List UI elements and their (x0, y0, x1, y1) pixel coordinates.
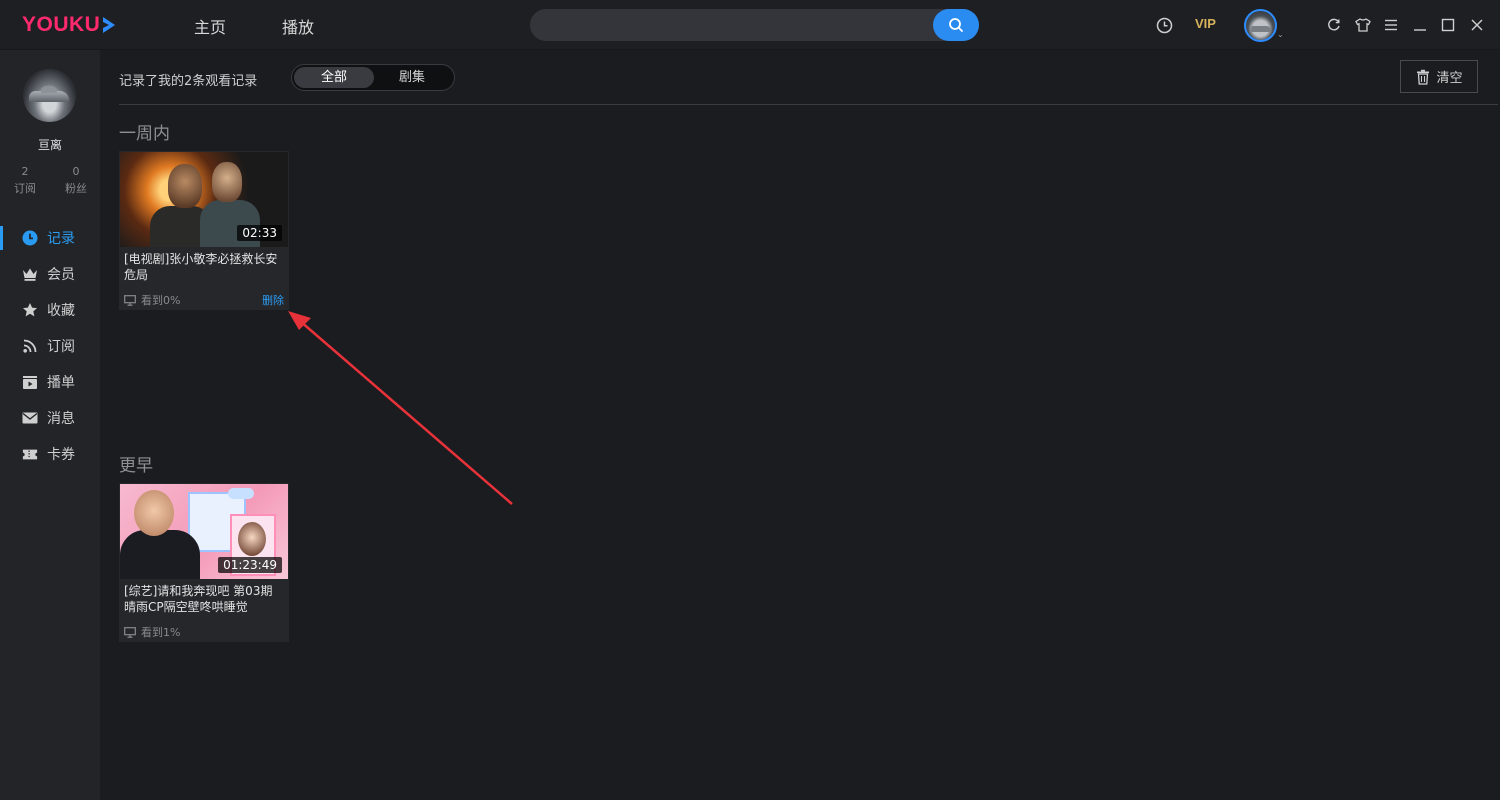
close-icon[interactable] (1467, 15, 1487, 35)
sidebar-item-playlists[interactable]: 播单 (0, 364, 100, 400)
sidebar-item-subscriptions[interactable]: 订阅 (0, 328, 100, 364)
clock-icon (22, 230, 38, 246)
logo-text: YOUKU (22, 13, 101, 36)
sidebar-item-label: 播单 (47, 375, 75, 391)
refresh-icon[interactable] (1324, 15, 1344, 35)
nav-play[interactable]: 播放 (282, 14, 314, 38)
logo-play-icon (103, 17, 116, 33)
sidebar-item-label: 收藏 (47, 303, 75, 319)
divider (119, 104, 1498, 105)
video-title[interactable]: [综艺]请和我奔现吧 第03期 晴雨CP隔空壁咚哄睡觉 (124, 583, 284, 615)
maximize-icon[interactable] (1438, 15, 1458, 35)
section-title-earlier: 更早 (119, 456, 153, 476)
stat-fans[interactable]: 0 粉丝 (56, 163, 96, 197)
ticket-icon (22, 446, 38, 462)
filter-series-tab[interactable]: 剧集 (372, 67, 452, 88)
side-menu: 记录 会员 收藏 订阅 播单 消息 卡券 (0, 220, 100, 472)
user-avatar[interactable] (1244, 9, 1277, 42)
search-input[interactable] (544, 15, 924, 35)
sidebar-item-label: 订阅 (47, 339, 75, 355)
monitor-icon (124, 294, 136, 306)
video-title[interactable]: [电视剧]张小敬李必拯救长安危局 (124, 251, 284, 283)
sidebar-item-label: 卡券 (47, 447, 75, 463)
monitor-icon (124, 626, 136, 638)
username[interactable]: 亘离 (0, 136, 100, 153)
rss-icon (22, 338, 38, 354)
video-duration: 02:33 (237, 225, 282, 241)
stat-value: 2 (21, 165, 29, 178)
video-duration: 01:23:49 (218, 557, 282, 573)
skin-icon[interactable] (1353, 15, 1373, 35)
history-card[interactable]: 02:33 [电视剧]张小敬李必拯救长安危局 看到0% 删除 (119, 151, 289, 310)
sidebar: 亘离 2 订阅 0 粉丝 记录 会员 收藏 订阅 播单 消息 卡券 (0, 50, 100, 800)
sidebar-item-favorites[interactable]: 收藏 (0, 292, 100, 328)
youku-logo[interactable]: YOUKU (22, 11, 116, 39)
sidebar-item-vip[interactable]: 会员 (0, 256, 100, 292)
stat-subscriptions[interactable]: 2 订阅 (5, 163, 45, 197)
section-title-week: 一周内 (119, 124, 170, 144)
mail-icon (22, 410, 38, 426)
watch-progress: 看到0% (124, 292, 180, 308)
clear-label: 清空 (1436, 71, 1463, 86)
delete-button[interactable]: 删除 (262, 292, 284, 308)
search-bar[interactable] (530, 9, 979, 41)
chevron-down-icon[interactable]: ⌄ (1277, 30, 1284, 39)
top-bar: YOUKU 主页 播放 VIP ⌄ (0, 0, 1500, 50)
nav-home[interactable]: 主页 (194, 14, 226, 38)
sidebar-item-messages[interactable]: 消息 (0, 400, 100, 436)
star-icon (22, 302, 38, 318)
minimize-icon[interactable] (1410, 15, 1430, 35)
stat-label: 订阅 (14, 182, 36, 195)
history-summary: 记录了我的2条观看记录 (119, 74, 258, 89)
stat-value: 0 (72, 165, 80, 178)
playlist-icon (22, 374, 38, 390)
stat-label: 粉丝 (65, 182, 87, 195)
menu-icon[interactable] (1381, 15, 1401, 35)
history-icon[interactable] (1154, 15, 1174, 35)
vip-link[interactable]: VIP (1195, 16, 1216, 31)
clear-history-button[interactable]: 清空 (1400, 60, 1478, 93)
search-button[interactable] (933, 9, 979, 41)
crown-icon (22, 266, 38, 282)
video-thumbnail[interactable]: 02:33 (120, 152, 288, 247)
watch-progress: 看到1% (124, 624, 180, 640)
progress-text: 看到1% (141, 626, 181, 639)
sidebar-item-label: 记录 (47, 231, 75, 247)
video-thumbnail[interactable]: 01:23:49 (120, 484, 288, 579)
sidebar-item-label: 会员 (47, 267, 75, 283)
filter-toggle: 全部 剧集 (291, 64, 455, 91)
sidebar-item-history[interactable]: 记录 (0, 220, 100, 256)
progress-text: 看到0% (141, 294, 181, 307)
annotation-arrow (288, 311, 513, 505)
filter-all-tab[interactable]: 全部 (294, 67, 374, 88)
sidebar-item-coupons[interactable]: 卡券 (0, 436, 100, 472)
trash-icon (1417, 69, 1430, 85)
profile-avatar[interactable] (23, 69, 76, 122)
history-card[interactable]: 01:23:49 [综艺]请和我奔现吧 第03期 晴雨CP隔空壁咚哄睡觉 看到1… (119, 483, 289, 642)
search-icon (949, 18, 963, 32)
sidebar-item-label: 消息 (47, 411, 75, 427)
